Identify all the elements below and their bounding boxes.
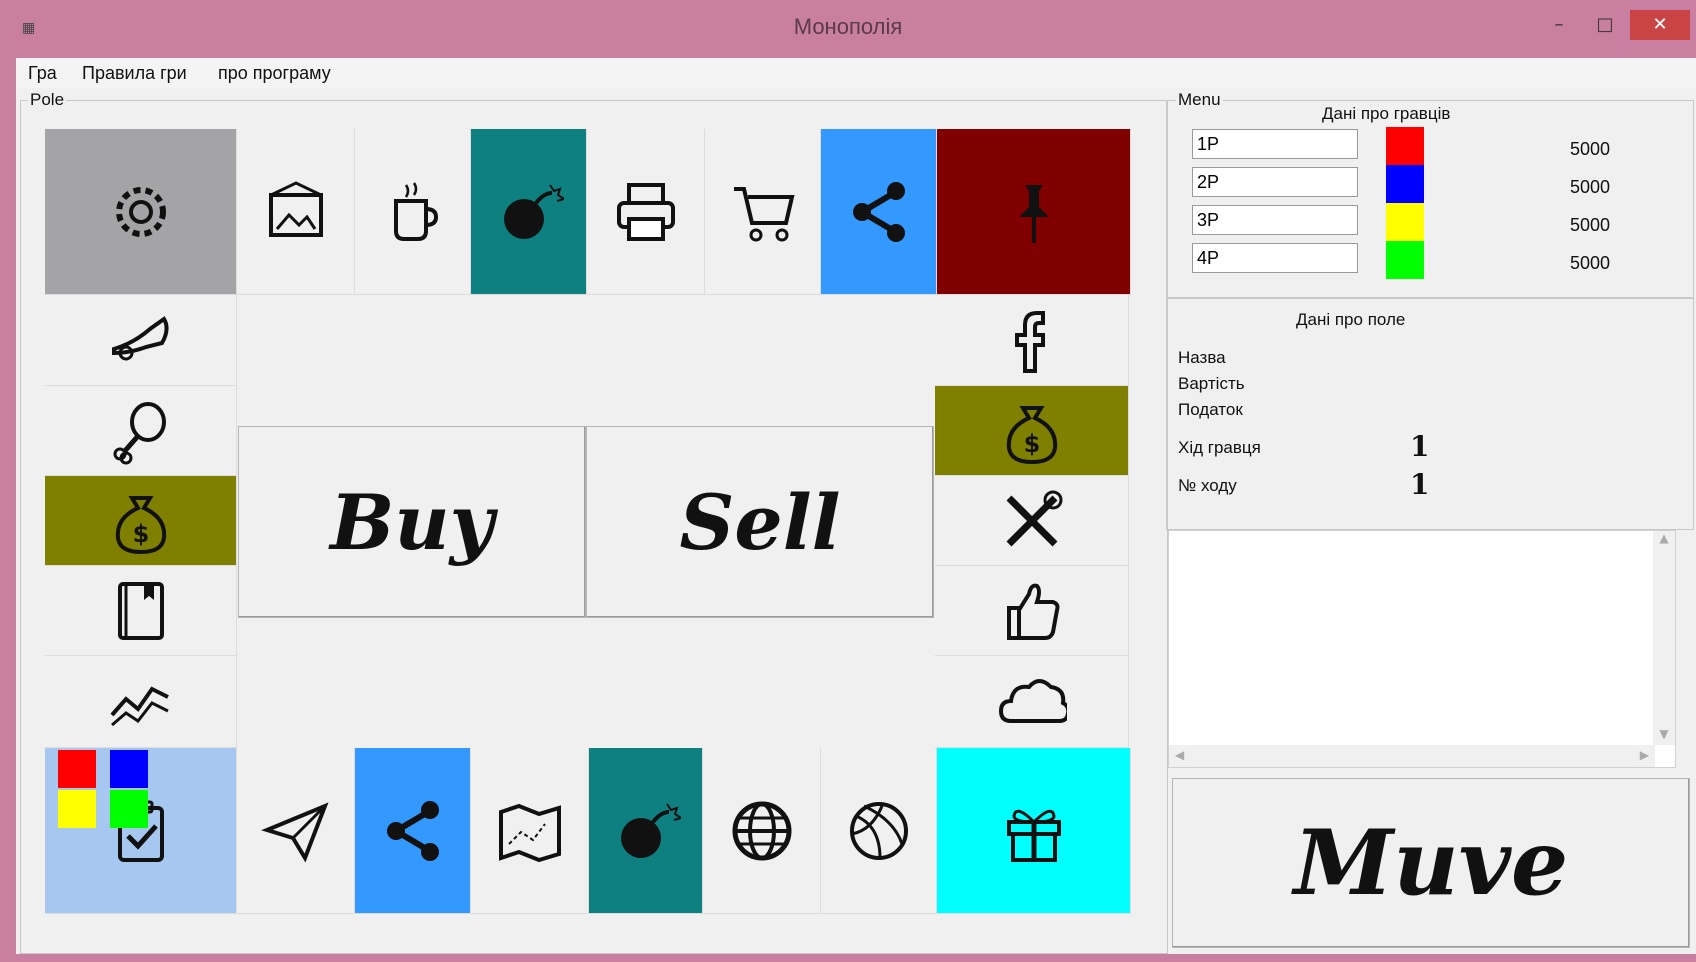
board-tile-top-6[interactable] xyxy=(821,129,937,295)
coffee-icon xyxy=(393,181,438,241)
picture-icon xyxy=(268,180,323,237)
player-color-2 xyxy=(1386,165,1424,203)
board-tile-left-3[interactable] xyxy=(45,566,237,656)
thumbs-up-icon xyxy=(1006,583,1059,640)
facebook-icon xyxy=(1014,311,1045,373)
board-tile-bottom-7[interactable] xyxy=(937,748,1131,914)
log-textbox[interactable]: ▲ ▼ ◀ ▶ xyxy=(1168,530,1676,768)
menu-about[interactable]: про програму xyxy=(218,63,331,84)
app-window: ▦ Монополія – □ ✕ Гра Правила гри про пр… xyxy=(0,0,1696,962)
horizontal-scrollbar[interactable]: ◀ ▶ xyxy=(1169,745,1655,767)
board-tile-top-5[interactable] xyxy=(705,129,821,295)
board-tile-top-1[interactable] xyxy=(237,129,355,295)
board-tile-bottom-6[interactable] xyxy=(821,748,937,914)
player-color-4 xyxy=(1386,241,1424,279)
board-tile-left-1[interactable] xyxy=(45,386,237,476)
players-title: Дані про гравців xyxy=(1322,104,1451,123)
board-tile-left-0[interactable] xyxy=(45,295,237,386)
player-token-3 xyxy=(58,790,96,828)
vertical-scrollbar[interactable]: ▲ ▼ xyxy=(1653,531,1675,745)
gear-icon xyxy=(115,186,166,237)
board-tile-left-4[interactable] xyxy=(45,656,237,748)
cloud-icon xyxy=(998,678,1067,723)
board-tile-top-2[interactable] xyxy=(355,129,471,295)
maximize-button[interactable]: □ xyxy=(1582,10,1628,40)
basketball-icon xyxy=(849,801,908,860)
svg-text:$: $ xyxy=(132,520,149,548)
money-bag-icon: $ xyxy=(115,495,166,554)
board-tile-bottom-4[interactable] xyxy=(589,748,703,914)
field-info-title: Дані про поле xyxy=(1296,310,1406,329)
board-tile-right-2[interactable] xyxy=(935,476,1129,566)
player-color-1 xyxy=(1386,127,1424,165)
turn-number-label: № ходу xyxy=(1178,476,1237,495)
menu-group-label: Menu xyxy=(1176,90,1223,110)
player-money-3: 5000 xyxy=(1570,215,1611,235)
player-name-input-2[interactable]: 2P xyxy=(1192,167,1358,197)
turn-player-label: Хід гравця xyxy=(1178,438,1261,457)
player-money-4: 5000 xyxy=(1570,253,1611,273)
field-tax-label: Податок xyxy=(1178,400,1243,419)
turn-player-value: 1 xyxy=(1410,430,1430,463)
board-tile-top-4[interactable] xyxy=(587,129,705,295)
drumstick-icon xyxy=(113,401,166,464)
paper-plane-icon xyxy=(260,801,329,863)
pin-icon xyxy=(1018,184,1049,243)
tools-icon xyxy=(1006,490,1062,546)
title-bar: ▦ Монополія – □ ✕ xyxy=(0,0,1696,56)
gift-icon xyxy=(1006,809,1061,862)
field-cost-label: Вартість xyxy=(1178,374,1245,393)
svg-text:$: $ xyxy=(1023,430,1040,458)
bomb-icon xyxy=(620,802,681,858)
field-info-group xyxy=(1166,298,1694,530)
board-tile-right-3[interactable] xyxy=(935,566,1129,656)
board-tile-top-3[interactable] xyxy=(471,129,587,295)
player-name-input-4[interactable]: 4P xyxy=(1192,243,1358,273)
share-icon xyxy=(386,800,439,861)
board-tile-bottom-5[interactable] xyxy=(703,748,821,914)
globe-icon xyxy=(732,801,791,860)
board-tile-bottom-3[interactable] xyxy=(471,748,589,914)
printer-icon xyxy=(616,182,675,241)
player-money-2: 5000 xyxy=(1570,177,1611,197)
minimize-button[interactable]: – xyxy=(1536,10,1582,40)
close-button[interactable]: ✕ xyxy=(1630,10,1690,40)
cart-icon xyxy=(733,186,795,241)
book-icon xyxy=(117,581,164,640)
player-token-2 xyxy=(110,750,148,788)
player-name-input-1[interactable]: 1P xyxy=(1192,129,1358,159)
player-money-1: 5000 xyxy=(1570,139,1611,159)
board-tile-bottom-1[interactable] xyxy=(237,748,355,914)
menu-rules[interactable]: Правила гри xyxy=(82,63,187,84)
map-icon xyxy=(498,803,561,862)
menu-game[interactable]: Гра xyxy=(28,63,57,84)
bomb-icon xyxy=(503,183,564,239)
board-group-label: Pole xyxy=(28,90,67,110)
window-title: Монополія xyxy=(793,14,903,39)
player-color-3 xyxy=(1386,203,1424,241)
board-tile-right-0[interactable] xyxy=(935,295,1129,386)
move-button[interactable]: Muve xyxy=(1172,778,1690,948)
turn-number-value: 1 xyxy=(1410,468,1430,501)
player-token-4 xyxy=(110,790,148,828)
board-tile-top-0[interactable] xyxy=(45,129,237,295)
board-tile-bottom-2[interactable] xyxy=(355,748,471,914)
player-name-input-3[interactable]: 3P xyxy=(1192,205,1358,235)
graph-icon xyxy=(109,685,169,726)
board-tile-right-1[interactable]: $ xyxy=(935,386,1129,476)
buy-button[interactable]: Buy xyxy=(238,426,586,618)
menu-bar: Гра Правила гри про програму xyxy=(16,58,1696,88)
sell-button[interactable]: Sell xyxy=(586,426,934,618)
player-token-1 xyxy=(58,750,96,788)
share-icon xyxy=(852,181,905,242)
board-tile-right-4[interactable] xyxy=(935,656,1129,748)
board-tile-top-7[interactable] xyxy=(937,129,1131,295)
trumpet-icon xyxy=(111,316,169,361)
board-tile-left-2[interactable]: $ xyxy=(45,476,237,566)
field-name-label: Назва xyxy=(1178,348,1226,367)
money-bag-icon: $ xyxy=(1006,405,1057,464)
